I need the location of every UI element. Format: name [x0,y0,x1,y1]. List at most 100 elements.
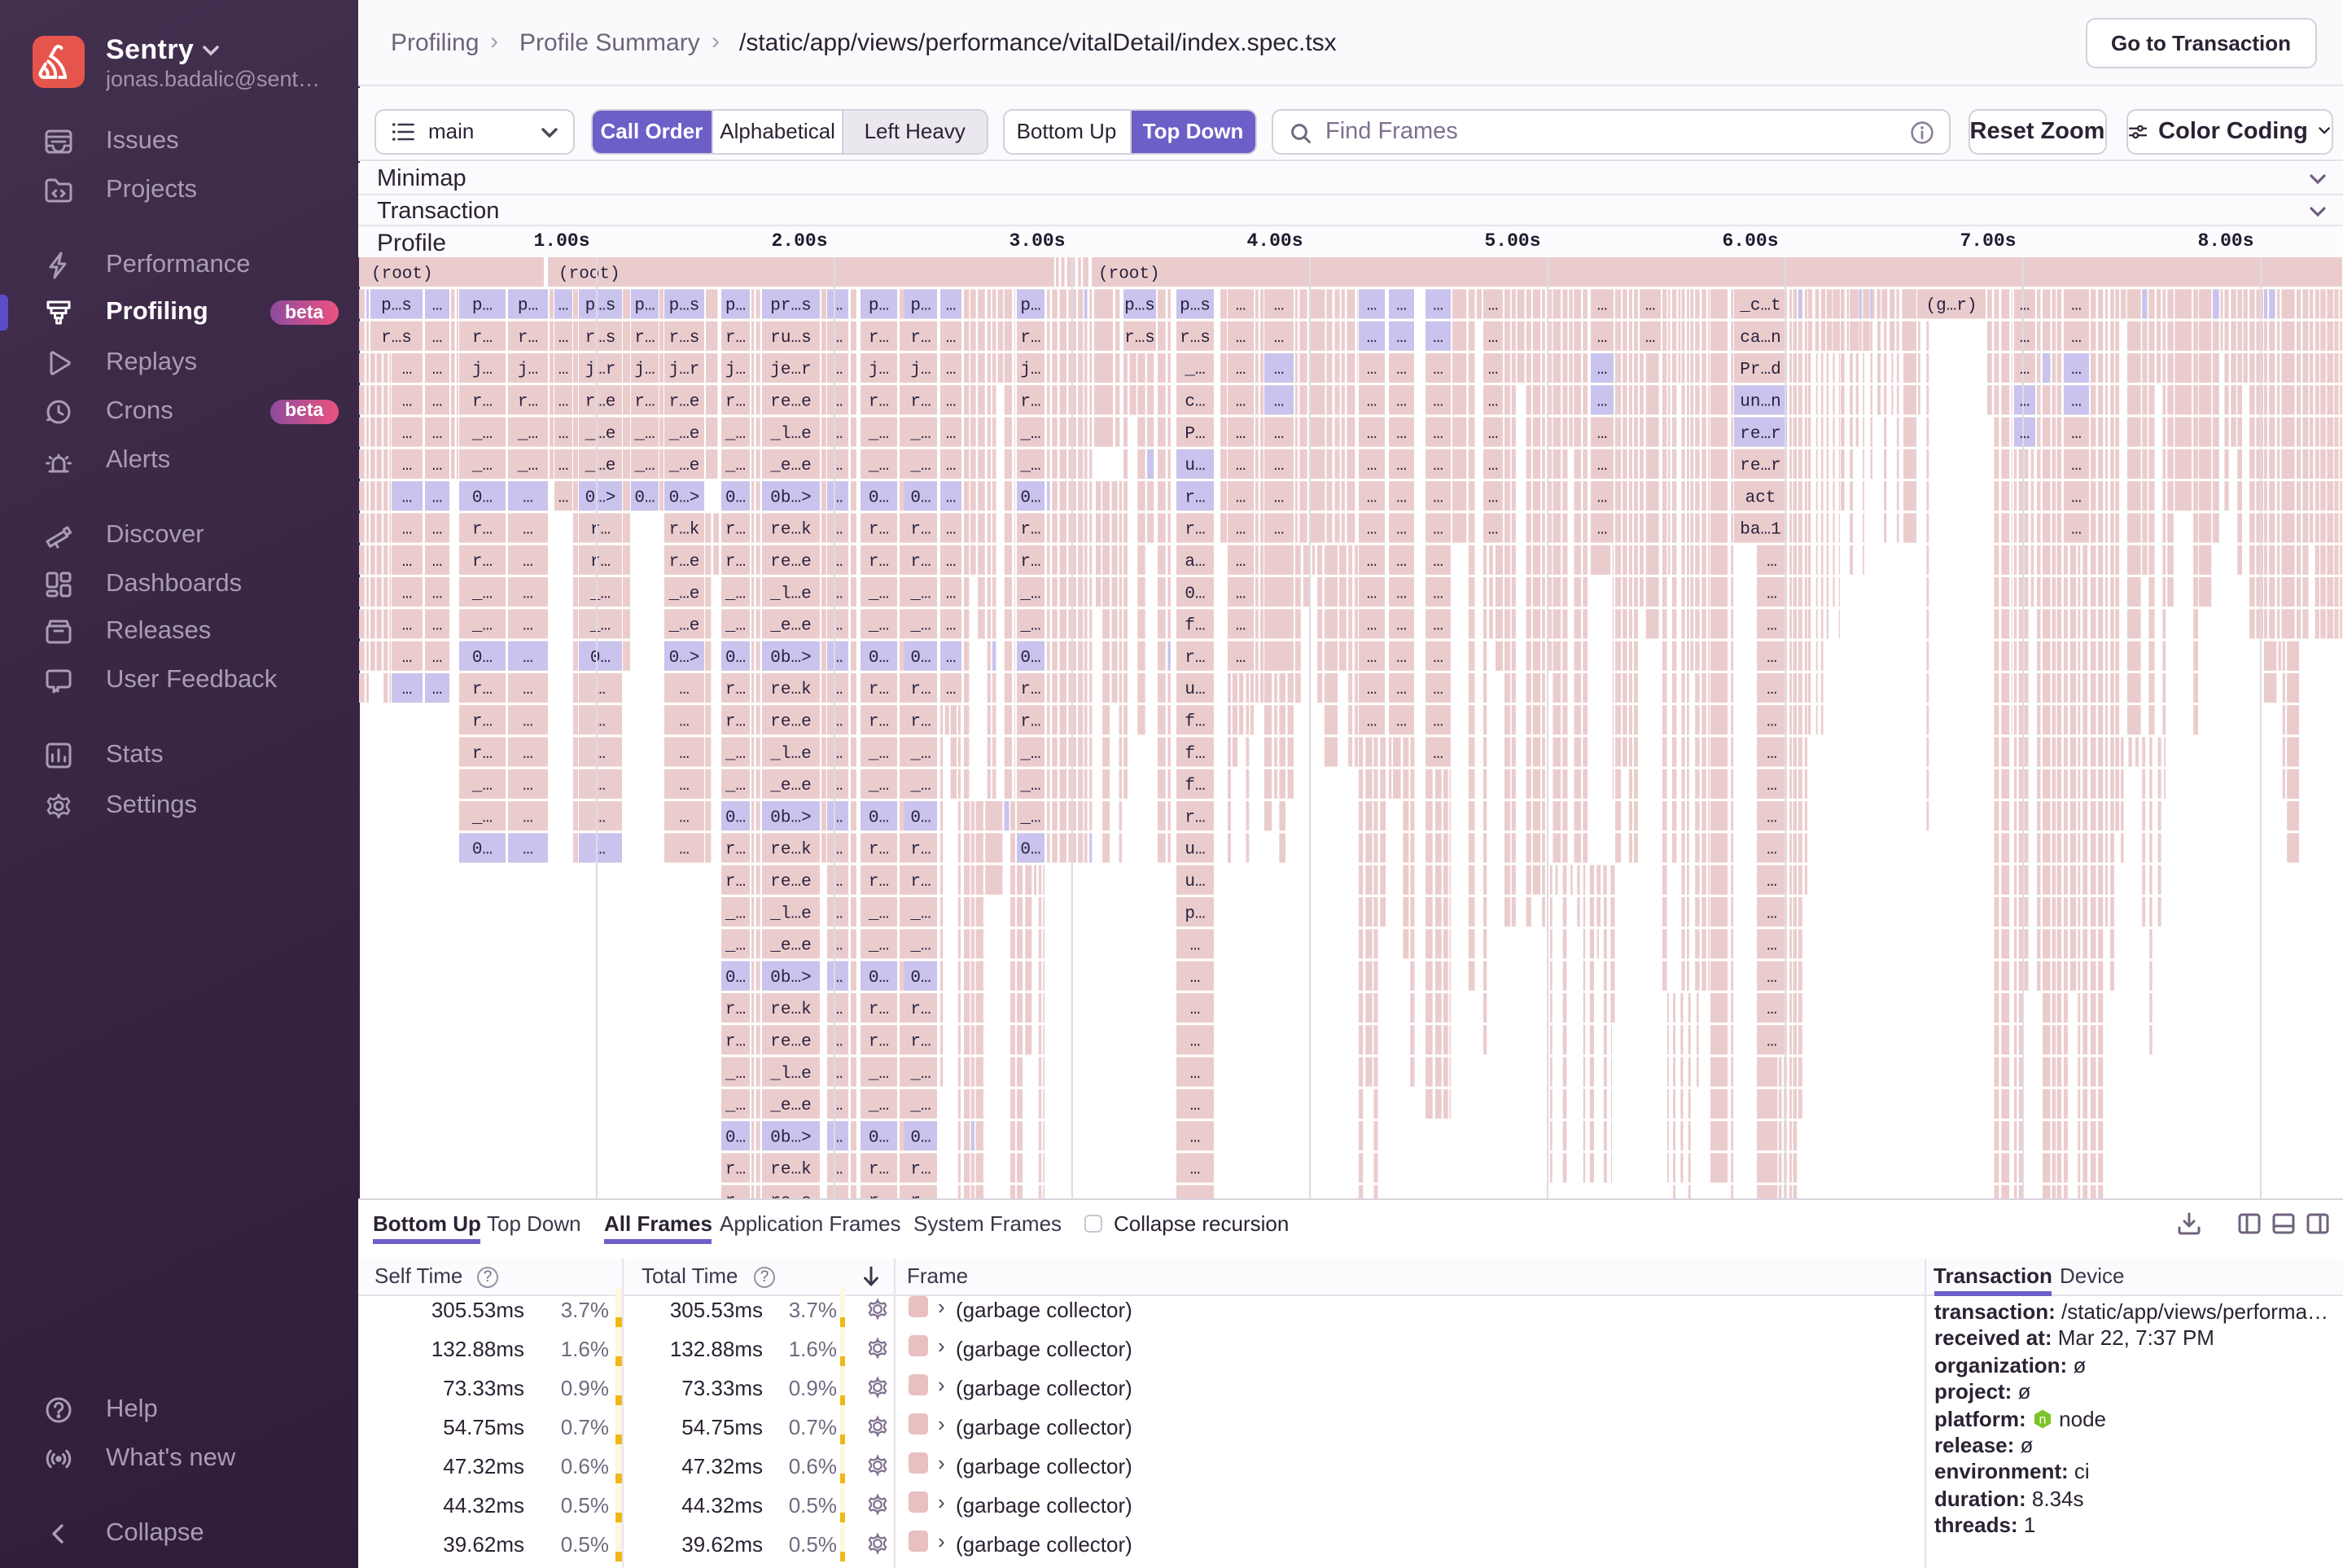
svg-text:0…: 0… [869,488,889,507]
svg-text:_…: _… [868,585,889,603]
svg-text:0…: 0… [1020,841,1040,860]
svg-text:…: … [1767,553,1777,572]
svg-text:…: … [2071,425,2082,444]
svg-text:(root): (root) [558,265,620,284]
svg-text:re…k: re…k [770,1161,811,1180]
svg-text:r…: r… [910,521,931,540]
svg-text:…: … [1190,1161,1201,1180]
svg-text:…: … [1274,329,1285,348]
svg-text:…: … [946,553,957,572]
svg-text:0…: 0… [725,969,746,988]
svg-text:_…: _… [1019,745,1040,764]
svg-text:re…e: re…e [770,393,811,412]
svg-text:p…s: p…s [1180,297,1211,316]
svg-text:r…: r… [869,1001,889,1019]
svg-text:r…: r… [869,873,889,891]
svg-text:…: … [1433,361,1443,379]
svg-text:_…: _… [909,1065,931,1084]
svg-text:0…>: 0…> [669,488,700,507]
svg-text:…: … [1597,457,1608,475]
svg-text:…: … [1236,329,1246,348]
svg-text:…: … [432,649,443,668]
svg-text:_…: _… [909,937,931,956]
svg-text:…: … [1367,713,1377,732]
svg-text:…: … [432,617,443,636]
svg-text:…: … [1367,488,1377,507]
svg-text:p…: p… [725,297,746,316]
svg-text:…: … [1433,681,1443,699]
svg-text:…: … [558,361,569,379]
svg-text:p…s: p…s [585,297,616,316]
svg-text:…: … [402,681,413,699]
svg-text:ca…n: ca…n [1740,329,1780,348]
svg-text:…: … [2020,393,2030,412]
svg-text:r…: r… [1020,553,1040,572]
svg-text:…: … [1488,457,1499,475]
svg-text:r…: r… [910,681,931,699]
svg-text:…: … [679,745,690,764]
svg-text:…: … [1367,425,1377,444]
svg-text:j…: j… [634,361,655,379]
svg-text:0…: 0… [590,649,611,668]
svg-text:r…: r… [869,681,889,699]
svg-text:0…: 0… [725,808,746,827]
svg-text:…: … [1236,393,1246,412]
svg-text:…: … [1433,713,1443,732]
svg-text:…: … [1396,553,1407,572]
svg-text:…: … [679,777,690,795]
svg-text:r…s: r…s [1180,329,1211,348]
svg-text:…: … [1433,617,1443,636]
svg-text:re…e: re…e [770,1193,811,1198]
svg-text:…: … [1367,617,1377,636]
svg-text:r…: r… [869,329,889,348]
svg-text:Pr…d: Pr…d [1740,361,1780,379]
svg-text:f…: f… [1185,713,1205,732]
svg-text:0…: 0… [725,488,746,507]
svg-text:r…: r… [910,1161,931,1180]
svg-text:…: … [1767,1033,1777,1052]
svg-text:r…: r… [869,1193,889,1198]
svg-text:_…e: _…e [585,457,616,475]
svg-text:…: … [1190,937,1201,956]
svg-text:u…: u… [1185,873,1205,891]
svg-text:_…: _… [868,1097,889,1115]
svg-text:…: … [679,841,690,860]
svg-text:…: … [2020,329,2030,348]
svg-text:…: … [1645,297,1656,316]
svg-text:_…: _… [1019,808,1040,827]
svg-text:r…: r… [869,521,889,540]
svg-text:…: … [1190,1128,1201,1147]
svg-text:…: … [946,617,957,636]
svg-text:r…: r… [869,713,889,732]
svg-text:r…: r… [910,1193,931,1198]
svg-text:0…>: 0…> [585,488,616,507]
svg-text:…: … [558,488,569,507]
svg-text:…: … [402,457,413,475]
svg-text:r…: r… [725,521,746,540]
svg-text:_…: _… [725,425,746,444]
svg-text:_…e: _…e [585,425,616,444]
svg-text:…: … [1767,969,1777,988]
svg-text:r…s: r…s [669,329,700,348]
svg-text:r…: r… [725,553,746,572]
svg-text:…: … [1367,521,1377,540]
svg-text:…: … [1236,617,1246,636]
svg-text:_e…e: _e…e [769,617,811,636]
svg-text:r…: r… [472,745,493,764]
svg-text:…: … [1767,904,1777,923]
svg-text:_…: _… [589,585,611,603]
svg-text:_…: _… [725,457,746,475]
svg-text:…: … [1488,488,1499,507]
svg-text:j…r: j…r [585,361,616,379]
svg-text:…: … [1767,873,1777,891]
svg-text:…: … [523,521,533,540]
svg-text:…: … [2020,425,2030,444]
svg-text:p…: p… [1020,297,1040,316]
svg-text:…: … [1367,361,1377,379]
svg-text:_…: _… [1019,457,1040,475]
svg-text:_…e: _…e [668,617,700,636]
svg-text:0…: 0… [869,649,889,668]
svg-text:…: … [2071,393,2082,412]
svg-text:…: … [679,808,690,827]
svg-text:…: … [1236,361,1246,379]
